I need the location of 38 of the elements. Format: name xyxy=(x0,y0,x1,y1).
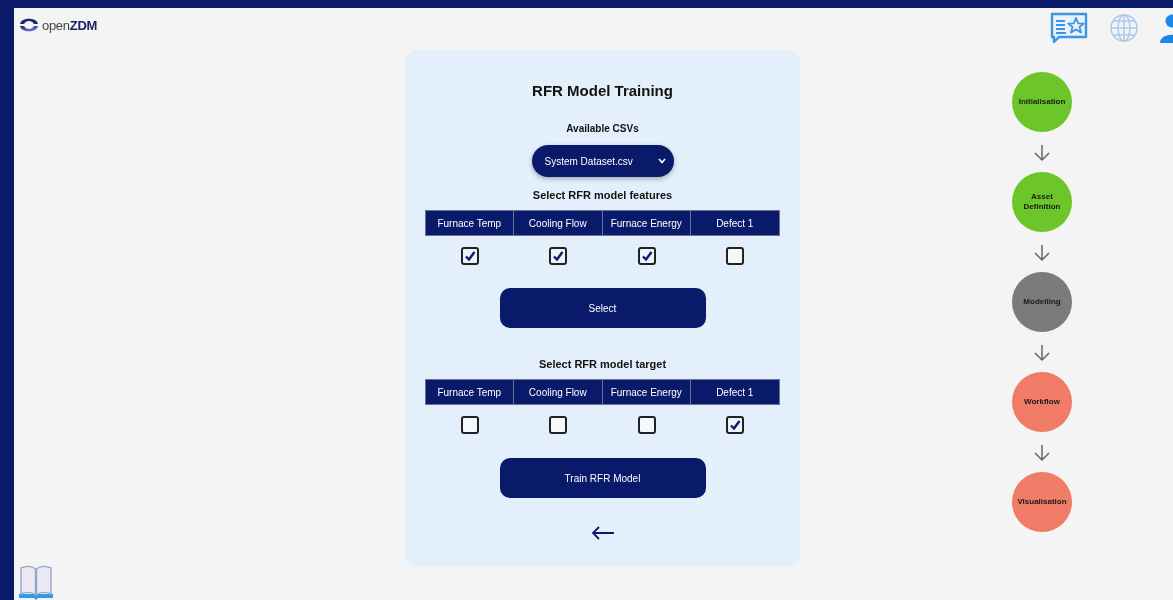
column-header: Furnace Temp xyxy=(424,379,514,405)
column-header: Furnace Energy xyxy=(601,210,691,236)
checkbox[interactable] xyxy=(460,247,479,265)
user-icon[interactable] xyxy=(1159,13,1173,43)
step-circle[interactable]: Modelling xyxy=(1012,272,1072,332)
down-arrow-icon xyxy=(1034,444,1050,462)
checkbox[interactable] xyxy=(726,416,745,434)
step-circle[interactable]: Workflow xyxy=(1012,372,1072,432)
down-arrow-icon xyxy=(1034,244,1050,262)
column-header: Cooling Flow xyxy=(513,379,603,405)
column-header: Cooling Flow xyxy=(513,210,603,236)
checkbox[interactable] xyxy=(726,247,745,265)
checkbox[interactable] xyxy=(549,416,568,434)
select-button[interactable]: Select xyxy=(499,288,706,328)
csv-dropdown[interactable]: System Dataset.csv xyxy=(531,145,674,177)
checkbox[interactable] xyxy=(460,416,479,434)
section-heading: Select RFR model target xyxy=(538,358,667,370)
column-header: Defect 1 xyxy=(690,210,780,236)
down-arrow-icon xyxy=(1034,344,1050,362)
chat-star-icon[interactable] xyxy=(1049,12,1089,44)
column-header: Furnace Energy xyxy=(601,379,691,405)
checkbox[interactable] xyxy=(637,416,656,434)
column-header: Furnace Temp xyxy=(424,210,514,236)
checkbox[interactable] xyxy=(549,247,568,265)
train-button[interactable]: Train RFR Model xyxy=(499,458,706,498)
down-arrow-icon xyxy=(1034,144,1050,162)
column-header: Defect 1 xyxy=(690,379,780,405)
book-icon[interactable] xyxy=(18,564,54,600)
page-title: RFR Model Training xyxy=(532,82,673,99)
field-label: Available CSVs xyxy=(566,123,639,134)
step-circle[interactable]: Asset Definition xyxy=(1012,172,1072,232)
checkbox[interactable] xyxy=(637,247,656,265)
logo-text: openZDM xyxy=(42,17,97,33)
step-circle[interactable]: Initialisation xyxy=(1012,72,1072,132)
step-circle[interactable]: Visualisation xyxy=(1012,472,1072,532)
chevron-down-icon xyxy=(657,158,666,164)
section-heading: Select RFR model features xyxy=(532,189,673,201)
back-arrow-icon[interactable] xyxy=(590,526,615,540)
